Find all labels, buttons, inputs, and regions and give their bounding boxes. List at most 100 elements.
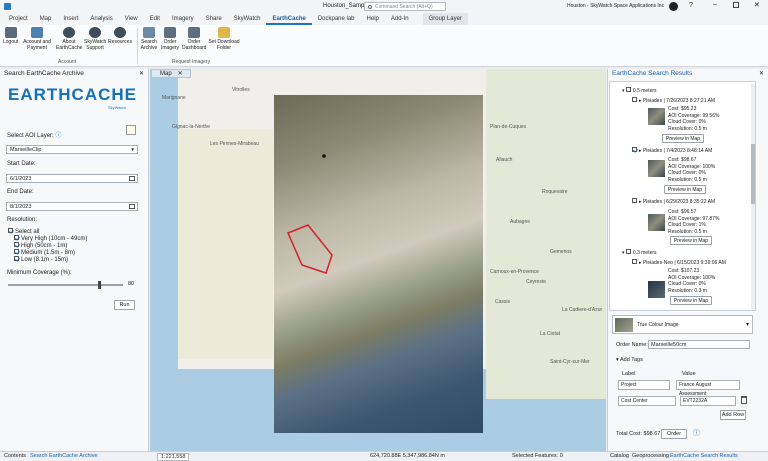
resolution-option[interactable]: Low (8.1m - 15m) <box>14 256 87 264</box>
tab-catalog[interactable]: Catalog <box>610 453 629 459</box>
dashboard-icon <box>188 27 200 38</box>
order-dashboard-button[interactable]: Order Dashboard <box>182 27 206 51</box>
end-date-field[interactable]: 8/1/2023 <box>6 202 138 211</box>
group-header-0-5m[interactable]: ▾ 0.5 meters <box>622 87 657 95</box>
group-header-0-3m[interactable]: ▾ 0.3 meters <box>622 249 657 257</box>
add-tags-toggle[interactable]: ▾ Add Tags <box>616 357 643 363</box>
checkbox[interactable] <box>625 87 631 93</box>
order-name-input[interactable]: Marseille50cm <box>648 340 750 349</box>
run-button[interactable]: Run <box>114 300 135 310</box>
resources-button[interactable]: Resources <box>108 27 132 46</box>
close-icon[interactable]: ✕ <box>754 1 760 9</box>
order-imagery-button[interactable]: Order Imagery <box>160 27 180 51</box>
checkbox[interactable] <box>14 256 19 262</box>
set-download-folder-button[interactable]: Set Download Folder <box>208 27 240 51</box>
resolution-option[interactable]: Medium (1.5m - 8m) <box>14 249 87 257</box>
account-label: Account and Payment <box>23 39 51 51</box>
skywatch-support-button[interactable]: SkyWatch Support <box>84 27 106 51</box>
pane-title: Search EarthCache Archive <box>4 70 84 77</box>
tab-analysis[interactable]: Analysis <box>84 13 118 25</box>
close-icon[interactable]: ✕ <box>178 71 183 77</box>
map-tab-label: Map <box>160 71 172 77</box>
about-earthcache-button[interactable]: About EarthCache <box>56 27 82 51</box>
result-item[interactable]: ▸ Pleiades | 7/26/2023 8:27:21 AM <box>632 97 715 105</box>
tab-map[interactable]: Map <box>34 13 58 25</box>
resolution-option[interactable]: Very High (10cm - 49cm) <box>14 235 87 243</box>
help-icon[interactable]: ⓘ <box>55 133 61 139</box>
tab-earthcache[interactable]: EarthCache <box>266 13 312 25</box>
preview-in-map-button[interactable]: Preview in Map <box>670 296 712 305</box>
tab-share[interactable]: Share <box>200 13 228 25</box>
product-name: True Colour Image <box>637 322 679 328</box>
edit-aoi-button[interactable] <box>126 125 136 135</box>
tab-geoprocessing[interactable]: Geoprocessing <box>632 453 669 459</box>
order-button[interactable]: Order <box>661 429 687 439</box>
tab-search-results[interactable]: EarthCache Search Results <box>670 453 738 459</box>
tab-map[interactable]: Map ✕ <box>151 69 191 78</box>
order-dashboard-label: Order Dashboard <box>182 39 207 51</box>
pane-close-icon[interactable]: ✕ <box>759 70 764 77</box>
checkbox[interactable] <box>14 242 19 248</box>
preview-in-map-button[interactable]: Preview in Map <box>670 236 712 245</box>
preview-in-map-button[interactable]: Preview in Map <box>662 134 704 143</box>
resolution: Resolution: 0.5 m <box>668 176 707 183</box>
logout-button[interactable]: Logout <box>3 27 18 46</box>
maximize-icon[interactable] <box>733 2 739 8</box>
result-item[interactable]: ▸ Pleiades | 6/29/2023 8:35:22 AM <box>632 198 715 206</box>
tab-edit[interactable]: Edit <box>144 13 166 25</box>
tab-view[interactable]: View <box>119 13 144 25</box>
tab-add-in[interactable]: Add-In <box>385 13 415 25</box>
tag-value-input[interactable]: France August Assessment <box>676 380 740 397</box>
command-search-input[interactable]: Command Search (Alt+Q) <box>364 2 446 11</box>
tab-project[interactable]: Project <box>3 13 34 25</box>
minimize-icon[interactable]: – <box>713 1 717 8</box>
tag-label-input[interactable]: Project <box>618 380 670 390</box>
result-item[interactable]: ▸ Pleiades-Neo | 6/15/2023 9:39:06 AM <box>632 259 726 267</box>
search-archive-button[interactable]: Search Archive <box>140 27 158 51</box>
tab-insert[interactable]: Insert <box>57 13 84 25</box>
result-item[interactable]: ▸ Pleiades | 7/4/2023 8:48:14 AM <box>632 147 712 155</box>
tab-group-layer[interactable]: Group Layer <box>422 13 468 25</box>
checkbox[interactable] <box>8 228 13 233</box>
map-scale[interactable]: 1:221,558 <box>157 453 190 461</box>
tag-value-input[interactable]: EVT2232A <box>680 396 736 406</box>
avatar[interactable] <box>669 2 678 11</box>
tag-label-input[interactable]: Cost Center <box>618 396 676 406</box>
tab-dockpane-lab[interactable]: Dockpane lab <box>312 13 361 25</box>
calendar-icon[interactable] <box>129 204 135 209</box>
help-icon[interactable]: ? <box>689 2 693 9</box>
checkbox[interactable] <box>625 249 631 255</box>
trash-icon[interactable] <box>741 396 747 404</box>
slider-handle[interactable] <box>98 281 101 289</box>
tab-search-archive[interactable]: Search EarthCache Archive <box>30 453 98 459</box>
checkbox[interactable] <box>14 249 19 255</box>
checkbox[interactable] <box>632 97 637 103</box>
resolution-option[interactable]: High (50cm - 1m) <box>14 242 87 250</box>
tab-skywatch[interactable]: SkyWatch <box>228 13 267 25</box>
checkbox[interactable] <box>632 259 637 265</box>
scrollbar-thumb[interactable] <box>751 144 755 204</box>
start-date-field[interactable]: 6/1/2023 <box>6 174 138 183</box>
help-icon[interactable]: ⓘ <box>693 428 700 438</box>
map-label: Aubagne <box>510 219 531 225</box>
tab-imagery[interactable]: Imagery <box>166 13 200 25</box>
checkbox[interactable] <box>632 198 637 204</box>
calendar-icon[interactable] <box>129 176 135 181</box>
product-select[interactable]: True Colour Image ▾ <box>612 315 753 334</box>
search-archive-icon <box>143 27 155 38</box>
checkbox[interactable] <box>632 147 637 153</box>
result-thumbnail <box>648 214 665 231</box>
tab-help[interactable]: Help <box>361 13 385 25</box>
aoi-layer-select[interactable]: MarseilleClip ▾ <box>6 145 138 154</box>
select-all-checkbox[interactable]: Select all <box>8 228 39 235</box>
map-label: Gemenos <box>550 249 572 255</box>
preview-in-map-button[interactable]: Preview in Map <box>664 185 706 194</box>
results-scrollbar[interactable] <box>751 84 755 309</box>
account-payment-button[interactable]: Account and Payment <box>22 27 52 51</box>
add-row-button[interactable]: Add Row <box>720 410 746 420</box>
tab-contents[interactable]: Contents <box>4 453 26 459</box>
earthcache-logo: EARTHCACHE <box>8 85 137 104</box>
checkbox[interactable] <box>14 235 19 240</box>
pane-close-icon[interactable]: ✕ <box>139 70 144 77</box>
coverage-slider[interactable] <box>8 281 123 289</box>
